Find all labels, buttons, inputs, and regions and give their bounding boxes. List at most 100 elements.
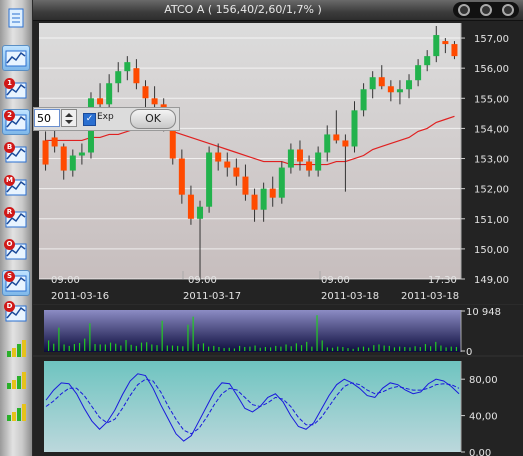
candle-body bbox=[106, 83, 113, 105]
volume-y-tick-label: 0 bbox=[466, 347, 472, 355]
volume-y-tick-label: 10 948 bbox=[466, 307, 501, 318]
price-y-tick-label: 149,00 bbox=[474, 275, 509, 286]
indicator-badge: S bbox=[4, 271, 15, 282]
indicator-m-button[interactable]: M bbox=[3, 175, 29, 199]
indicator-d-button[interactable]: D bbox=[3, 301, 29, 325]
price-y-tick-label: 157,00 bbox=[474, 34, 509, 45]
indicator-badge: 2 bbox=[4, 110, 15, 121]
date-label: 2011-03-18 bbox=[321, 291, 379, 302]
candle-body bbox=[69, 155, 76, 171]
price-y-tick-label: 154,00 bbox=[474, 124, 509, 135]
bars-icon bbox=[7, 372, 26, 389]
candle-body bbox=[406, 80, 413, 90]
indicator-b-button[interactable]: B bbox=[3, 142, 29, 166]
indicator-s-button[interactable]: S bbox=[2, 270, 30, 296]
volume-bars-button-2[interactable] bbox=[3, 368, 29, 392]
indicator-badge: M bbox=[4, 175, 15, 186]
indicator-2-button[interactable]: 2 bbox=[2, 109, 30, 135]
candle-body bbox=[178, 158, 185, 195]
stepper-down-icon[interactable] bbox=[65, 120, 73, 124]
candle-body bbox=[215, 152, 222, 162]
indicator-toolbar: 1 2 B M R O S D bbox=[0, 0, 32, 456]
date-label: 2011-03-17 bbox=[183, 291, 241, 302]
window-title: ATCO A ( 156,40/2,60/1,7% ) bbox=[164, 3, 322, 16]
period-stepper[interactable] bbox=[61, 109, 77, 127]
candle-body bbox=[206, 152, 213, 207]
candle-body bbox=[242, 176, 249, 195]
volume-chart[interactable]: 10 948 0 bbox=[33, 305, 523, 355]
candle bbox=[278, 161, 285, 204]
indicator-badge: B bbox=[4, 142, 15, 153]
chart-icon bbox=[5, 50, 27, 67]
candle bbox=[206, 146, 213, 213]
date-label: 2011-03-18 bbox=[401, 291, 459, 302]
chart-type-button[interactable] bbox=[2, 45, 30, 71]
ok-button[interactable]: OK bbox=[130, 109, 176, 129]
candle-body bbox=[278, 167, 285, 198]
candle-body bbox=[51, 137, 58, 147]
stepper-up-icon[interactable] bbox=[65, 113, 73, 117]
indicator-settings-popup: 50 ✓ Exp OK bbox=[33, 107, 180, 131]
candle-body bbox=[342, 140, 349, 147]
time-label: 09:00 bbox=[51, 275, 80, 286]
candle-body bbox=[97, 98, 104, 105]
candle-body bbox=[324, 134, 331, 153]
window-controls bbox=[453, 2, 519, 18]
price-chart[interactable]: 157,00 156,00 155,00 154,00 153,00 152,00 151,… bbox=[33, 21, 523, 304]
candle-body bbox=[396, 89, 403, 93]
candle-body bbox=[442, 41, 449, 45]
exp-label: Exp bbox=[97, 112, 114, 122]
volume-bars-button-3[interactable] bbox=[3, 400, 29, 424]
price-plot-area bbox=[39, 23, 461, 279]
notepad-icon bbox=[8, 8, 24, 28]
indicator-badge: O bbox=[4, 239, 15, 250]
indicator-o-button[interactable]: O bbox=[3, 239, 29, 263]
exp-checkbox[interactable]: ✓ bbox=[83, 113, 96, 126]
candle-body bbox=[151, 98, 158, 105]
price-y-tick-label: 153,00 bbox=[474, 155, 509, 166]
candle-body bbox=[287, 149, 294, 168]
candle-body bbox=[315, 152, 322, 171]
candle-body bbox=[115, 71, 122, 84]
candle-body bbox=[142, 86, 149, 99]
minimize-icon[interactable] bbox=[458, 4, 470, 16]
candle-body bbox=[260, 188, 267, 210]
indicator-1-button[interactable]: 1 bbox=[3, 78, 29, 102]
bars-icon bbox=[7, 404, 26, 421]
time-label: 17:30 bbox=[428, 275, 457, 286]
maximize-icon[interactable] bbox=[480, 4, 492, 16]
candle-body bbox=[269, 188, 276, 198]
oscillator-plot-area bbox=[44, 361, 461, 452]
candle-body bbox=[296, 149, 303, 162]
title-bar: ATCO A ( 156,40/2,60/1,7% ) bbox=[33, 0, 523, 21]
candle-body bbox=[133, 68, 140, 84]
oscillator-y-tick-label: 80,00 bbox=[469, 375, 498, 386]
volume-plot-area bbox=[44, 310, 461, 352]
indicator-badge: R bbox=[4, 207, 15, 218]
price-y-tick-label: 151,00 bbox=[474, 215, 509, 226]
time-label: 09:00 bbox=[321, 275, 350, 286]
candle-body bbox=[197, 206, 204, 219]
candle-body bbox=[60, 146, 67, 171]
price-y-tick-label: 150,00 bbox=[474, 245, 509, 256]
volume-bars-button-1[interactable] bbox=[3, 336, 29, 360]
price-y-tick-label: 156,00 bbox=[474, 64, 509, 75]
candle-body bbox=[415, 65, 422, 81]
oscillator-chart[interactable]: 80,00 40,00 0,00 bbox=[33, 357, 523, 456]
candle-body bbox=[424, 56, 431, 66]
period-input[interactable]: 50 bbox=[34, 109, 60, 127]
time-label: 09:00 bbox=[188, 275, 217, 286]
close-icon[interactable] bbox=[502, 4, 514, 16]
indicator-badge: D bbox=[4, 301, 15, 312]
price-y-tick-label: 152,00 bbox=[474, 185, 509, 196]
bars-icon bbox=[7, 340, 26, 357]
candle-body bbox=[369, 77, 376, 90]
indicator-r-button[interactable]: R bbox=[3, 207, 29, 231]
oscillator-y-tick-label: 40,00 bbox=[469, 412, 498, 423]
notes-button[interactable] bbox=[3, 6, 29, 30]
candle-body bbox=[433, 35, 440, 57]
candle-body bbox=[124, 62, 131, 72]
oscillator-y-tick-label: 0,00 bbox=[469, 448, 491, 456]
candle-body bbox=[451, 44, 458, 57]
price-y-tick-label: 155,00 bbox=[474, 94, 509, 105]
